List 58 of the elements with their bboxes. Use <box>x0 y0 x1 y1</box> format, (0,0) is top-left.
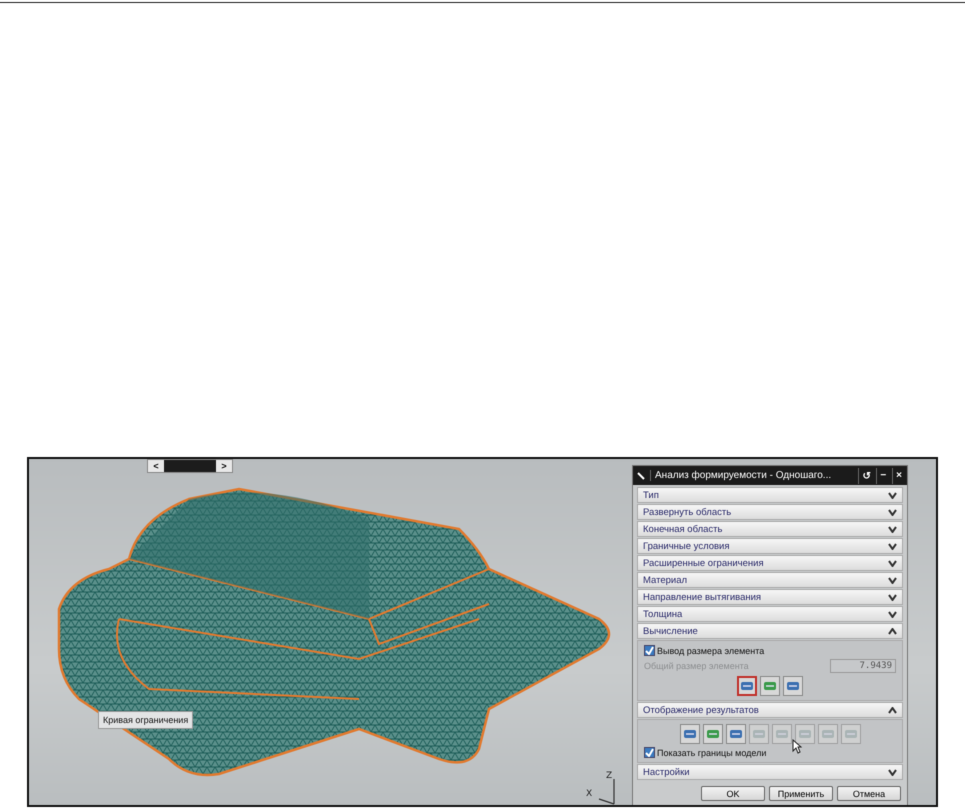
tool-icon <box>763 679 777 693</box>
section-header[interactable]: Развернуть область <box>637 504 903 520</box>
section-header[interactable]: Материал <box>637 572 903 588</box>
section-header[interactable]: Тип <box>637 487 903 503</box>
section-header[interactable]: Конечная область <box>637 521 903 537</box>
pin-icon[interactable] <box>635 470 647 480</box>
chevron-down-icon <box>888 576 897 584</box>
chevron-up-icon <box>888 706 897 714</box>
section-header[interactable]: Граничные условия <box>637 538 903 554</box>
checkbox[interactable] <box>644 645 655 656</box>
tool-icon <box>820 727 834 741</box>
scroll-left-button[interactable]: < <box>148 460 164 472</box>
scroll-thumb[interactable] <box>164 460 216 472</box>
tool-icon <box>740 679 754 693</box>
tool-button[interactable] <box>783 676 803 696</box>
axis-label: X <box>586 789 592 799</box>
mouse-cursor-icon <box>792 739 802 754</box>
tool-icon <box>682 727 696 741</box>
chevron-down-icon <box>888 610 897 618</box>
scroll-right-button[interactable]: > <box>216 460 232 472</box>
tool-icon <box>786 679 800 693</box>
tool-button[interactable] <box>680 724 700 744</box>
section-header[interactable]: Расширенные ограничения <box>637 555 903 571</box>
chevron-down-icon <box>888 526 897 532</box>
checkbox-label: Вывод размера элемента <box>657 646 764 656</box>
tool-icon <box>752 727 766 741</box>
tool-button[interactable] <box>737 676 757 696</box>
tool-button[interactable] <box>726 724 746 744</box>
tool-icon <box>728 727 742 741</box>
tool-icon <box>798 727 812 741</box>
tool-icon <box>706 727 720 741</box>
section-header[interactable]: Вычисление <box>637 623 903 639</box>
tool-button[interactable] <box>760 676 780 696</box>
tool-button[interactable] <box>702 724 722 744</box>
checkbox[interactable] <box>644 747 655 758</box>
dialog-button[interactable]: Применить <box>769 786 833 801</box>
section-header[interactable]: Отображение результатов <box>637 702 903 718</box>
chevron-up-icon <box>888 628 897 634</box>
axis-label: Z <box>606 771 612 781</box>
section-header[interactable]: Направление вытягивания <box>637 589 903 605</box>
chevron-down-icon <box>888 492 897 498</box>
scrollbar[interactable]: < > <box>147 459 233 473</box>
checkbox-label: Показать границы модели <box>657 748 766 758</box>
section-header[interactable]: Толщина <box>637 606 903 622</box>
axis-triad-drawing <box>598 778 615 805</box>
chevron-down-icon <box>888 560 897 566</box>
tooltip: Кривая ограничения <box>98 711 194 729</box>
chevron-down-icon <box>888 542 897 550</box>
chevron-down-icon <box>888 594 897 600</box>
dialog-button[interactable]: Отмена <box>837 786 901 801</box>
window-title: Анализ формируемости - Одношаго... <box>650 470 856 481</box>
tool-icon <box>774 727 788 741</box>
chevron-down-icon <box>888 768 897 776</box>
reset-button[interactable]: ↺ <box>858 468 874 484</box>
chevron-down-icon <box>888 508 897 516</box>
tool-icon <box>844 727 858 741</box>
section-header[interactable]: Настройки <box>637 764 903 780</box>
dialog-button[interactable]: OK <box>701 786 765 801</box>
